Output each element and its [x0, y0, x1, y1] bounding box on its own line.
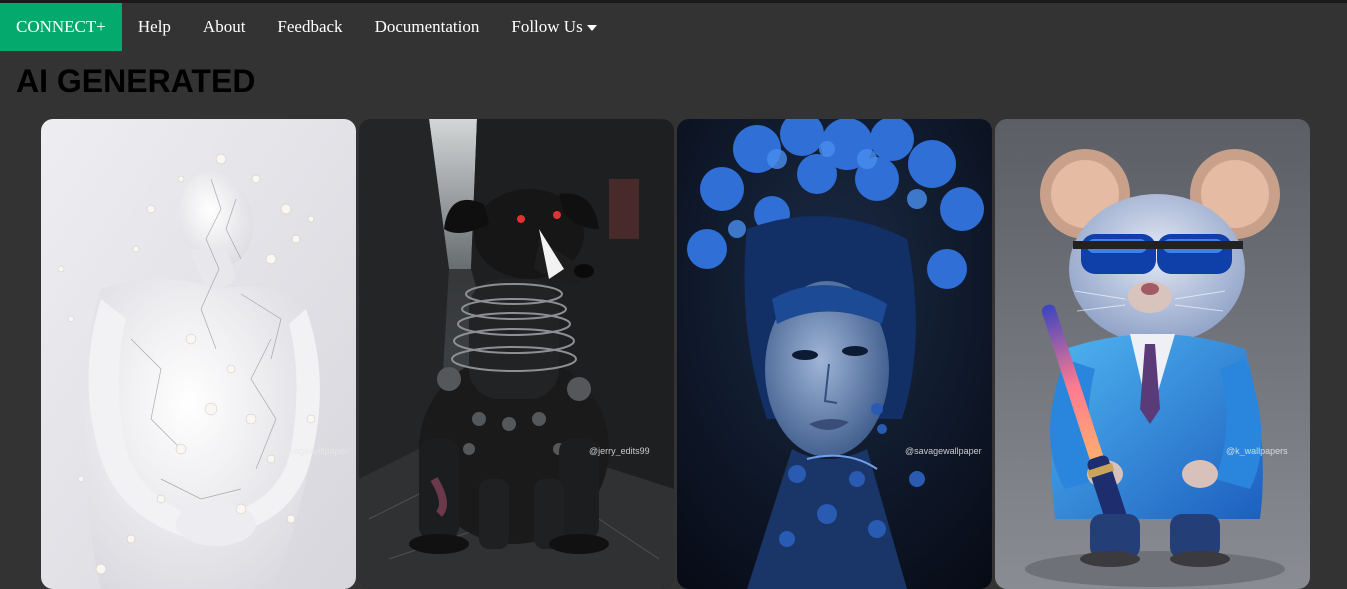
nav-dropdown-follow-us[interactable]: Follow Us: [495, 3, 612, 51]
watermark-1: @savagewallpaper: [271, 446, 348, 456]
nav-item-help[interactable]: Help: [122, 3, 187, 51]
gallery-image-4[interactable]: @k_wallpapers: [995, 119, 1310, 589]
watermark-3: @savagewallpaper: [905, 446, 982, 456]
page-title: AI GENERATED: [16, 63, 256, 99]
nav-item-documentation[interactable]: Documentation: [359, 3, 496, 51]
blue-floral-woman-image: [677, 119, 992, 589]
nav-item-follow-us-label: Follow Us: [511, 17, 583, 36]
porcelain-figure-image: [41, 119, 356, 589]
nav-item-about[interactable]: About: [187, 3, 262, 51]
gallery-image-1[interactable]: @savagewallpaper: [41, 119, 356, 589]
top-navbar: CONNECT+ Help About Feedback Documentati…: [0, 3, 1347, 51]
caret-down-icon: [586, 25, 597, 31]
image-gallery: @savagewallpaper @jerry_edits99 @savagew…: [41, 119, 1311, 589]
gallery-image-2[interactable]: @jerry_edits99: [359, 119, 674, 589]
nav-item-feedback[interactable]: Feedback: [261, 3, 358, 51]
watermark-2: @jerry_edits99: [589, 446, 650, 456]
robot-dog-image: [359, 119, 674, 589]
gallery-image-3[interactable]: @savagewallpaper: [677, 119, 992, 589]
watermark-4: @k_wallpapers: [1226, 446, 1288, 456]
mouse-in-suit-image: [995, 119, 1310, 589]
nav-brand-connect[interactable]: CONNECT+: [0, 3, 122, 51]
